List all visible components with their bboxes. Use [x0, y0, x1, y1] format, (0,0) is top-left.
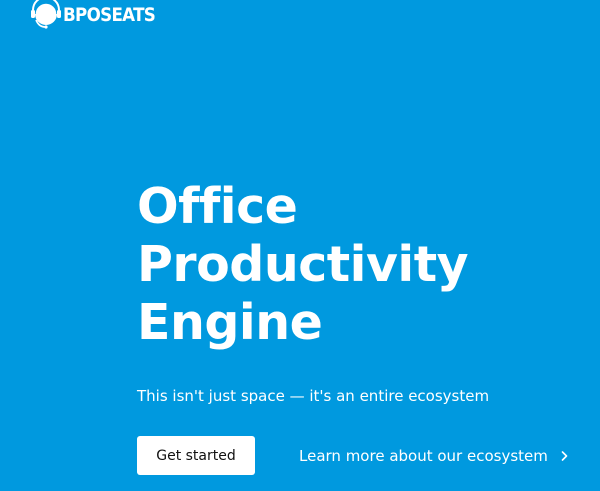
learn-more-label: Learn more about our ecosystem — [299, 446, 548, 465]
headset-globe-icon — [31, 0, 61, 29]
hero-subtitle: This isn't just space — it's an entire e… — [137, 387, 490, 405]
hero-title-line: Productivity — [137, 236, 469, 293]
chevron-right-icon — [561, 450, 568, 461]
brand-name: BPOSEATS — [63, 4, 156, 26]
hero-title: Office Productivity Engine — [137, 178, 577, 352]
hero-title-line: Office — [137, 178, 298, 235]
brand-logo[interactable]: BPOSEATS — [30, 0, 168, 30]
hero-section: Office Productivity Engine — [137, 178, 577, 352]
hero-title-line: Engine — [137, 294, 323, 351]
learn-more-link[interactable]: Learn more about our ecosystem — [299, 436, 568, 475]
get-started-button[interactable]: Get started — [137, 436, 255, 475]
